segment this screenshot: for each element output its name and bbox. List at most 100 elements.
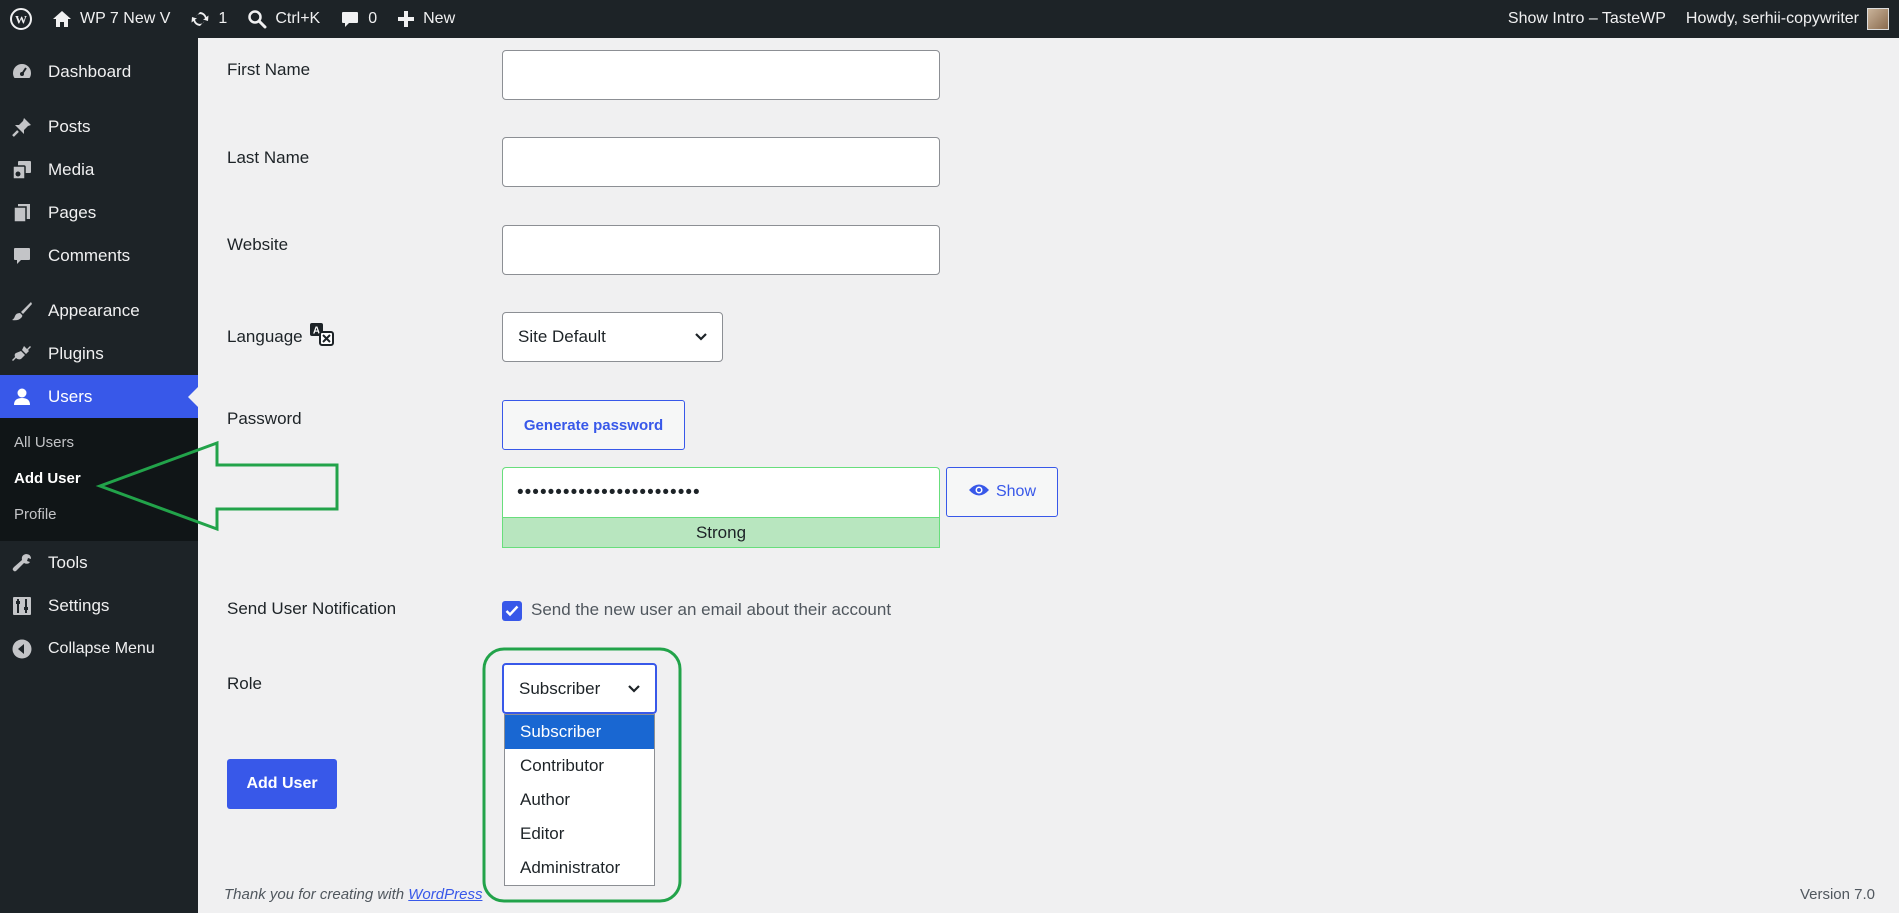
website-label: Website [227,235,289,254]
user-icon [10,385,34,409]
users-submenu: All Users Add User Profile [0,418,198,541]
show-password-button[interactable]: Show [946,467,1058,517]
account-menu[interactable]: Howdy, serhii-copywriter [1676,0,1899,38]
sidebar-item-settings[interactable]: Settings [0,584,198,627]
admin-bar: W WP 7 New V 1 Ctrl+K 0 New Show Intro –… [0,0,1899,38]
updates-icon [190,9,210,29]
website-field[interactable] [502,225,940,275]
wordpress-link[interactable]: WordPress [408,886,482,903]
howdy-label: Howdy, serhii-copywriter [1685,10,1859,27]
footer-thanks: Thank you for creating with WordPress [224,886,482,903]
media-icon [10,158,34,182]
brush-icon [10,299,34,323]
sidebar-label: Media [48,159,95,179]
sidebar-label: Comments [48,245,131,265]
pages-icon [10,201,34,225]
sidebar-item-tools[interactable]: Tools [0,541,198,584]
role-label: Role [227,674,262,693]
admin-sidebar: Dashboard Posts Media Pages Comments App… [0,38,198,913]
show-intro-link[interactable]: Show Intro – TasteWP [1498,0,1676,38]
footer-version: Version 7.0 [1799,886,1875,903]
updates-menu[interactable]: 1 [180,0,237,38]
generate-password-button[interactable]: Generate password [502,400,685,450]
password-label: Password [227,409,302,428]
password-field[interactable]: •••••••••••••••••••••••• [502,467,940,517]
show-password-label: Show [995,483,1037,500]
sidebar-label: Settings [48,595,110,615]
sidebar-item-posts[interactable]: Posts [0,105,198,148]
first-name-field[interactable] [502,50,940,100]
show-intro-label: Show Intro – TasteWP [1507,10,1666,27]
sidebar-label: Dashboard [48,61,132,81]
site-name-menu[interactable]: WP 7 New V [42,0,180,38]
wordpress-logo-icon: W [10,8,32,30]
generate-password-label: Generate password [523,416,664,434]
plug-icon [10,342,34,366]
comments-menu[interactable]: 0 [330,0,387,38]
notification-label: Send User Notification [227,599,397,618]
send-notification-text: Send the new user an email about their a… [531,600,892,619]
sidebar-label: Plugins [48,343,104,363]
home-icon [52,9,72,29]
sidebar-item-appearance[interactable]: Appearance [0,289,198,332]
language-select[interactable]: Site Default [502,312,723,362]
password-strength-label: Strong [695,522,747,542]
updates-count: 1 [218,10,228,27]
comment-icon [10,244,34,268]
submenu-all-users[interactable]: All Users [0,425,198,461]
sidebar-item-users[interactable]: Users [0,375,198,418]
first-name-label: First Name [227,60,311,79]
add-user-button-label: Add User [246,775,318,792]
sidebar-item-plugins[interactable]: Plugins [0,332,198,375]
role-dropdown-list: Subscriber Contributor Author Editor Adm… [504,714,655,886]
svg-text:W: W [15,13,27,27]
comment-icon [340,9,360,29]
last-name-field[interactable] [502,137,940,187]
pin-icon [10,115,34,139]
sidebar-item-pages[interactable]: Pages [0,191,198,234]
password-value: •••••••••••••••••••••••• [517,481,701,503]
add-user-button[interactable]: Add User [227,759,337,809]
role-option-editor[interactable]: Editor [505,817,654,851]
new-label: New [423,10,456,27]
dashboard-icon [10,60,34,84]
language-select-value: Site Default [518,327,606,346]
plus-icon [397,10,415,28]
send-notification-checkbox[interactable] [502,601,522,621]
role-option-contributor[interactable]: Contributor [505,749,654,783]
wrench-icon [10,551,34,575]
translate-icon: A [309,322,335,351]
site-name: WP 7 New V [80,10,171,27]
sidebar-collapse-menu[interactable]: Collapse Menu [0,627,198,670]
settings-icon [10,594,34,618]
language-label-row: Language A [227,322,335,351]
command-palette[interactable]: Ctrl+K [237,0,330,38]
chevron-down-icon [694,327,708,347]
sidebar-label: Appearance [48,300,140,320]
role-option-subscriber[interactable]: Subscriber [505,715,654,749]
collapse-icon [10,637,34,661]
sidebar-label: Tools [48,552,88,572]
sidebar-label: Posts [48,116,91,136]
comments-count: 0 [368,10,378,27]
submenu-profile[interactable]: Profile [0,497,198,533]
eye-icon [968,482,990,503]
role-select[interactable]: Subscriber [502,663,657,714]
footer-thanks-text: Thank you for creating with [224,886,409,903]
role-option-author[interactable]: Author [505,783,654,817]
sidebar-item-media[interactable]: Media [0,148,198,191]
sidebar-label: Collapse Menu [48,639,155,657]
language-label: Language [227,326,303,346]
sidebar-label: Users [48,386,93,406]
role-option-administrator[interactable]: Administrator [505,851,654,885]
password-strength-meter: Strong [502,517,940,548]
chevron-down-icon [627,679,641,699]
submenu-add-user[interactable]: Add User [0,461,198,497]
sidebar-item-dashboard[interactable]: Dashboard [0,50,198,93]
search-icon [247,9,267,29]
checkmark-icon [505,605,519,617]
search-shortcut: Ctrl+K [275,10,321,27]
wp-logo-menu[interactable]: W [0,0,42,38]
sidebar-item-comments[interactable]: Comments [0,234,198,277]
new-content-menu[interactable]: New [387,0,465,38]
